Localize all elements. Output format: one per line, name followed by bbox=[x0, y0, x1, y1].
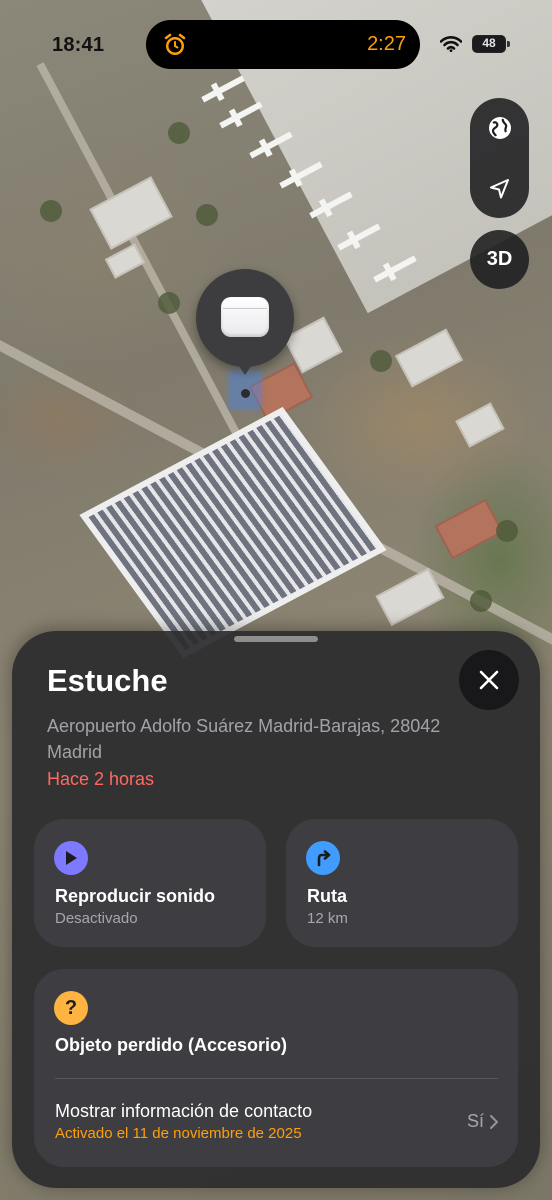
map-building bbox=[434, 498, 504, 560]
contact-info-value-text: Sí bbox=[466, 1111, 484, 1131]
map-building bbox=[394, 328, 464, 388]
map-tree bbox=[370, 350, 392, 372]
map-tree bbox=[496, 520, 518, 542]
question-mark-icon: ? bbox=[54, 991, 88, 1025]
map-tree bbox=[40, 200, 62, 222]
map-style-button[interactable] bbox=[470, 98, 529, 157]
last-seen-time: Hace 2 horas bbox=[47, 769, 155, 789]
contact-info-label: Mostrar información de contacto bbox=[55, 1101, 313, 1121]
pin-location-dot bbox=[241, 389, 250, 398]
divider bbox=[55, 1078, 498, 1079]
map-airplane bbox=[198, 70, 248, 108]
close-icon bbox=[479, 670, 499, 690]
alarm-clock-icon bbox=[164, 33, 186, 55]
map-tree bbox=[158, 292, 180, 314]
play-sound-title: Reproducir sonido bbox=[55, 886, 216, 906]
map-control-group bbox=[470, 98, 529, 218]
map-tree bbox=[470, 590, 492, 612]
item-address: Aeropuerto Adolfo Suárez Madrid-Barajas,… bbox=[47, 716, 441, 762]
timer-countdown: 2:27 bbox=[367, 33, 406, 55]
status-time: 18:41 bbox=[52, 34, 105, 56]
play-sound-card[interactable]: Reproducir sonido Desactivado bbox=[34, 819, 266, 947]
airpods-case-icon bbox=[221, 297, 269, 337]
play-icon bbox=[54, 841, 88, 875]
play-sound-status: Desactivado bbox=[55, 910, 138, 927]
contact-info-value: Sí bbox=[467, 1111, 498, 1132]
airpods-case-pin[interactable] bbox=[196, 269, 294, 375]
map-warehouse bbox=[79, 407, 387, 658]
directions-card[interactable]: Ruta 12 km bbox=[286, 819, 518, 947]
chevron-right-icon bbox=[490, 1114, 498, 1129]
lost-mode-card: ? Objeto perdido (Accesorio) Mostrar inf… bbox=[34, 969, 518, 1167]
map-building bbox=[455, 402, 505, 448]
globe-icon bbox=[488, 116, 511, 139]
item-detail-sheet: Estuche Aeropuerto Adolfo Suárez Madrid-… bbox=[12, 631, 540, 1188]
location-arrow-icon bbox=[489, 178, 509, 198]
item-name: Estuche bbox=[47, 663, 168, 698]
map-tree bbox=[196, 204, 218, 226]
battery-icon: 48 bbox=[472, 35, 510, 53]
view-3d-button[interactable]: 3D bbox=[470, 230, 529, 289]
directions-distance: 12 km bbox=[307, 910, 348, 927]
contact-info-status: Activado el 11 de noviembre de 2025 bbox=[55, 1125, 302, 1142]
directions-title: Ruta bbox=[307, 886, 347, 906]
map-airplane bbox=[216, 96, 266, 134]
wifi-icon bbox=[440, 36, 462, 52]
lost-mode-title[interactable]: Objeto perdido (Accesorio) bbox=[55, 1035, 287, 1056]
turn-right-arrow-icon bbox=[306, 841, 340, 875]
current-location-button[interactable] bbox=[470, 159, 529, 218]
dynamic-island[interactable]: 2:27 bbox=[146, 20, 420, 69]
sheet-grabber[interactable] bbox=[234, 636, 318, 642]
map-tree bbox=[168, 122, 190, 144]
close-button[interactable] bbox=[459, 650, 519, 710]
